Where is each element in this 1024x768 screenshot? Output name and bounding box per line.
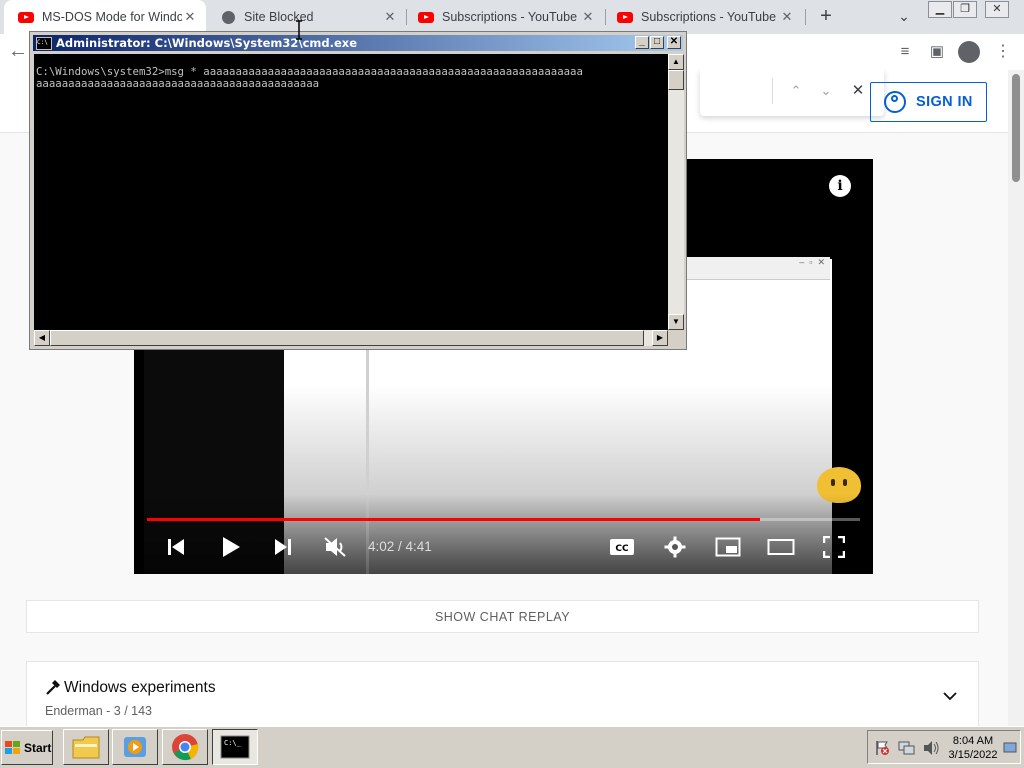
cmd-line: aaaaaaaaaaaaaaaaaaaaaaaaaaaaaaaaaaaaaaaa… [36,77,320,90]
previous-icon[interactable] [161,532,191,562]
volume-icon[interactable] [922,740,940,756]
clock-date: 3/15/2022 [948,749,998,761]
progress-played [147,518,761,521]
find-close-button[interactable]: ✕ [847,80,869,102]
browser-menu-icon[interactable]: ⋮ [995,40,1011,64]
taskbar: Start C:\_ 8:04 AM 3/15/2022 [0,726,1024,768]
subtitles-icon[interactable]: CC [607,532,637,562]
cmd-vertical-scrollbar[interactable]: ▲ ▼ [668,54,684,330]
svg-text:C:\_: C:\_ [224,739,242,747]
cmd-vscroll-thumb[interactable] [668,70,684,90]
tab-title: Subscriptions - YouTube [442,10,578,24]
fullscreen-icon[interactable] [819,532,849,562]
text-cursor-icon [296,20,302,40]
settings-gear-icon[interactable] [660,532,690,562]
hammer-icon [46,680,60,695]
cmd-titlebar[interactable]: C:\ Administrator: C:\Windows\System32\c… [33,35,683,51]
show-desktop-icon[interactable] [1003,742,1017,754]
playlist-title[interactable]: Windows experiments [64,679,216,697]
cmd-horizontal-scrollbar[interactable]: ◀ ▶ [34,330,668,346]
show-chat-replay-button[interactable]: SHOW CHAT REPLAY [26,600,979,633]
find-bar: ⌃ ⌄ ✕ [700,70,884,116]
account-icon [884,91,906,113]
taskbar-clock[interactable]: 8:04 AM 3/15/2022 [947,734,999,762]
tab-ms-dos-mode[interactable]: MS-DOS Mode for Windo ✕ [4,0,206,34]
network-icon[interactable] [898,740,916,756]
tab-search-button[interactable]: ⌄ [894,8,914,26]
folder-icon [72,736,100,759]
start-label: Start [24,740,52,755]
chrome-icon [172,734,199,761]
new-tab-button[interactable]: + [815,6,837,28]
windows-logo-icon [5,740,20,754]
file-explorer-taskbar-button[interactable] [63,729,109,765]
action-center-flag-icon[interactable] [874,740,890,756]
mute-icon[interactable] [320,532,350,562]
scroll-up-arrow-icon[interactable]: ▲ [668,54,684,70]
command-prompt-icon: C:\_ [220,735,250,759]
cmd-maximize-button[interactable]: □ [650,36,664,49]
page-scrollbar-thumb[interactable] [1012,74,1020,182]
tab-subscriptions-2[interactable]: Subscriptions - YouTube ✕ [603,0,803,34]
close-window-button[interactable]: ✕ [985,1,1009,18]
start-button[interactable]: Start [1,730,53,765]
restore-button[interactable]: ❐ [953,1,977,18]
tab-subscriptions-1[interactable]: Subscriptions - YouTube ✕ [404,0,604,34]
sign-in-label: SIGN IN [916,94,973,110]
cmd-taskbar-button[interactable]: C:\_ [212,729,258,765]
close-icon[interactable]: ✕ [382,9,398,25]
close-icon[interactable]: ✕ [580,9,596,25]
play-icon[interactable] [216,532,246,562]
tab-title: Subscriptions - YouTube [641,10,777,24]
find-previous-button[interactable]: ⌃ [785,80,807,102]
chevron-down-icon[interactable] [942,688,958,704]
cmd-window: C:\ Administrator: C:\Windows\System32\c… [29,31,687,350]
cmd-output: C:\Windows\system32>msg * aaaaaaaaaaaaaa… [36,66,583,90]
tab-site-blocked[interactable]: Site Blocked ✕ [206,0,406,34]
find-next-button[interactable]: ⌄ [815,80,837,102]
cmd-close-button[interactable]: ✕ [667,36,681,49]
globe-icon [220,9,236,25]
info-icon[interactable]: i [829,175,851,197]
next-icon[interactable] [268,532,298,562]
media-player-taskbar-button[interactable] [112,729,158,765]
tab-title: MS-DOS Mode for Windo [42,10,182,24]
cmd-icon[interactable]: C:\ [36,36,52,50]
reading-list-icon[interactable]: ≡ [894,41,916,63]
clock-time: 8:04 AM [952,735,994,747]
scroll-down-arrow-icon[interactable]: ▼ [668,314,684,330]
browser-tab-strip: MS-DOS Mode for Windo ✕ Site Blocked ✕ S… [0,0,1024,34]
tab-divider [805,9,806,25]
youtube-icon [617,9,633,25]
scroll-left-arrow-icon[interactable]: ◀ [34,330,50,346]
page-scrollbar[interactable] [1008,70,1024,726]
cmd-console[interactable]: C:\Windows\system32>msg * aaaaaaaaaaaaaa… [34,54,668,330]
progress-bar[interactable] [147,518,860,521]
scroll-right-arrow-icon[interactable]: ▶ [652,330,668,346]
system-tray: 8:04 AM 3/15/2022 [867,730,1021,764]
minimize-button[interactable]: ▁ [928,1,952,18]
sign-in-button[interactable]: SIGN IN [870,82,987,122]
tab-title: Site Blocked [244,10,314,24]
time-display: 4:02 / 4:41 [368,539,432,554]
cmd-minimize-button[interactable]: _ [635,36,649,49]
media-player-icon [124,737,146,757]
side-panel-icon[interactable]: ▣ [926,41,948,63]
miniplayer-icon[interactable] [713,532,743,562]
playlist-subtitle: Enderman - 3 / 143 [45,704,153,718]
playlist-panel[interactable]: Windows experiments Enderman - 3 / 143 [26,661,979,726]
youtube-icon [18,9,34,25]
cmd-title: Administrator: C:\Windows\System32\cmd.e… [56,36,358,50]
chrome-taskbar-button[interactable] [162,729,208,765]
find-divider [772,78,773,104]
close-icon[interactable]: ✕ [182,9,198,25]
profile-avatar[interactable] [958,41,980,63]
youtube-icon [418,9,434,25]
svg-text:CC: CC [615,544,629,554]
close-icon[interactable]: ✕ [779,9,795,25]
theater-mode-icon[interactable] [766,532,796,562]
cmd-hscroll-thumb[interactable] [50,330,644,346]
